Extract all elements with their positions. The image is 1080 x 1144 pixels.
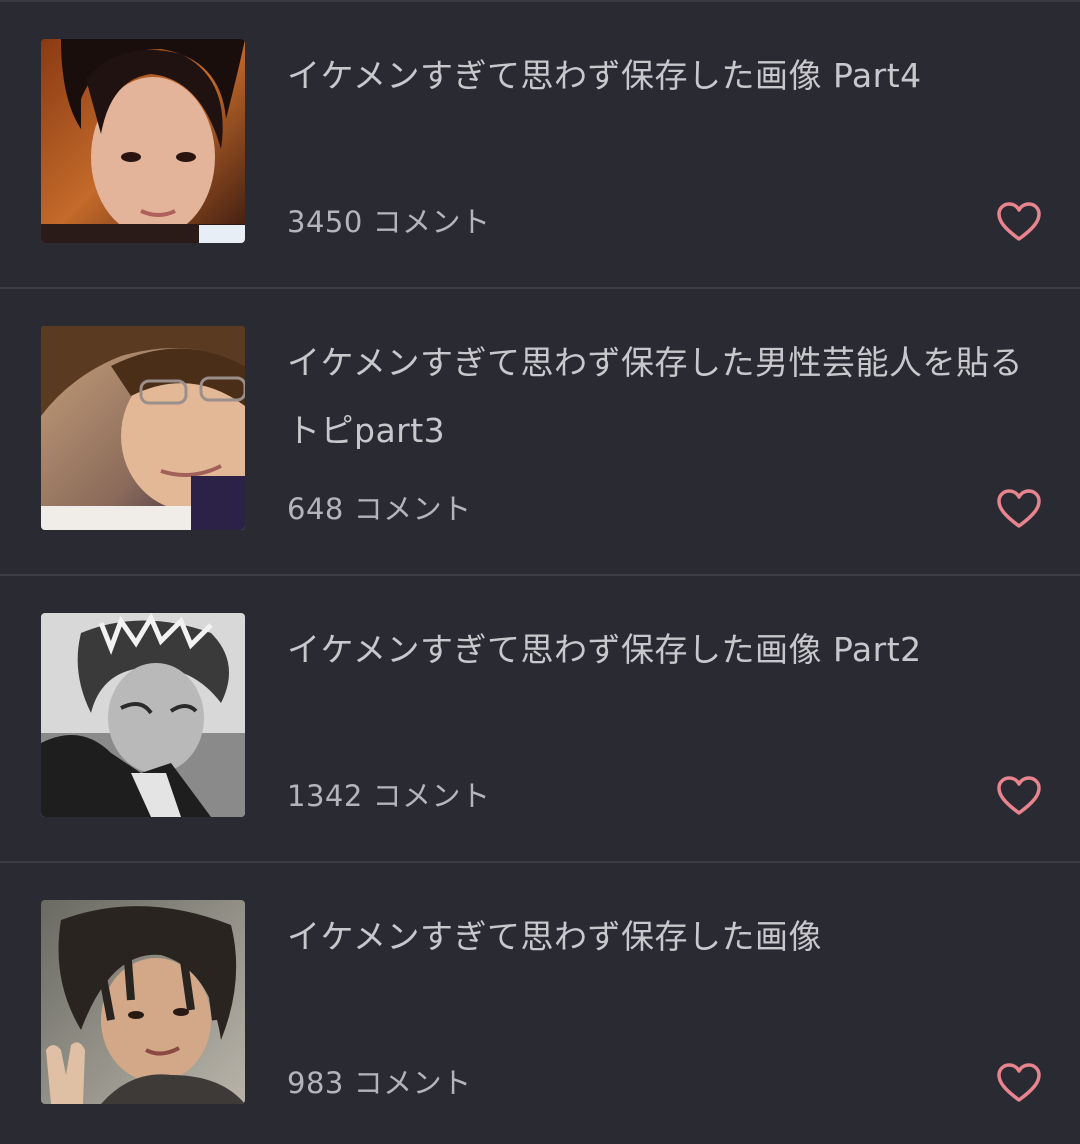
favorite-heart-icon[interactable] [996, 775, 1042, 817]
topic-list-item[interactable]: イケメンすぎて思わず保存した画像 983 コメント [0, 863, 1080, 1144]
topic-thumbnail[interactable] [41, 326, 245, 530]
favorite-heart-icon[interactable] [996, 1062, 1042, 1104]
comment-count-label: コメント [372, 779, 491, 813]
comment-count-number: 1342 [287, 779, 363, 813]
topic-list-item[interactable]: イケメンすぎて思わず保存した画像 Part2 1342 コメント [0, 576, 1080, 863]
topic-thumbnail[interactable] [41, 39, 245, 243]
portrait-photo-icon [41, 900, 245, 1104]
comment-count: 1342 コメント [287, 776, 491, 816]
topic-title[interactable]: イケメンすぎて思わず保存した画像 [287, 903, 1027, 971]
comment-count-number: 3450 [287, 205, 363, 239]
comment-count-label: コメント [353, 492, 472, 526]
topic-list: イケメンすぎて思わず保存した画像 Part4 3450 コメント イケメンすぎて… [0, 0, 1080, 1144]
topic-title[interactable]: イケメンすぎて思わず保存した男性芸能人を貼るトピpart3 [287, 329, 1027, 465]
comment-count-label: コメント [372, 205, 491, 239]
comment-count-number: 983 [287, 1066, 344, 1100]
favorite-heart-icon[interactable] [996, 201, 1042, 243]
topic-thumbnail[interactable] [41, 900, 245, 1104]
portrait-photo-icon [41, 613, 245, 817]
topic-thumbnail[interactable] [41, 613, 245, 817]
portrait-photo-icon [41, 326, 245, 530]
comment-count: 3450 コメント [287, 202, 491, 242]
comment-count-label: コメント [353, 1066, 472, 1100]
topic-title[interactable]: イケメンすぎて思わず保存した画像 Part4 [287, 42, 1027, 110]
topic-list-item[interactable]: イケメンすぎて思わず保存した男性芸能人を貼るトピpart3 648 コメント [0, 289, 1080, 576]
comment-count-number: 648 [287, 492, 344, 526]
topic-title[interactable]: イケメンすぎて思わず保存した画像 Part2 [287, 616, 1027, 684]
comment-count: 983 コメント [287, 1063, 472, 1103]
comment-count: 648 コメント [287, 489, 472, 529]
portrait-photo-icon [41, 39, 245, 243]
favorite-heart-icon[interactable] [996, 488, 1042, 530]
topic-list-item[interactable]: イケメンすぎて思わず保存した画像 Part4 3450 コメント [0, 2, 1080, 289]
